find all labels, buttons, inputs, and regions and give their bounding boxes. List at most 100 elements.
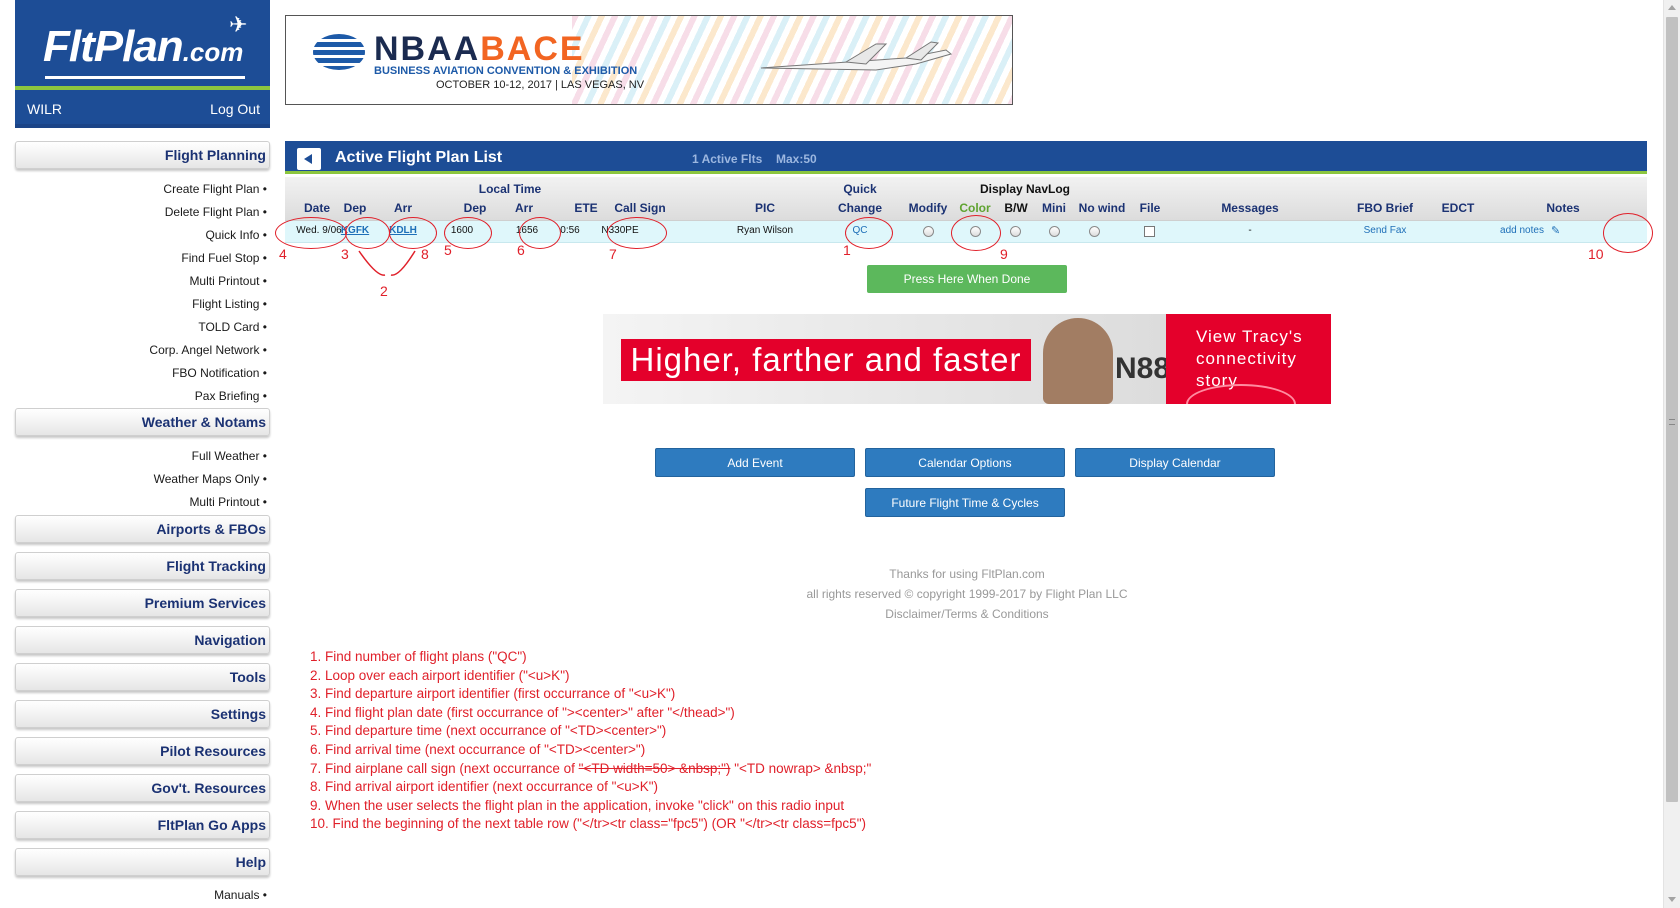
nav-navigation[interactable]: Navigation <box>15 626 270 654</box>
nav-flight-planning[interactable]: Flight Planning <box>15 141 270 169</box>
annotation-note-9: 9. When the user selects the flight plan… <box>310 797 845 813</box>
nav-item-find-fuel-stop[interactable]: Find Fuel Stop • <box>15 251 267 265</box>
annotation-note-2: 2. Loop over each airport identifier ("<… <box>310 667 570 683</box>
ad-tail-number: N88 <box>1115 352 1171 385</box>
col-color: Color <box>959 201 991 215</box>
scroll-down-arrow-icon[interactable] <box>1668 897 1676 902</box>
scroll-thumb[interactable] <box>1666 17 1678 802</box>
file-checkbox[interactable] <box>1144 226 1155 237</box>
ad-cta-text: View Tracy's connectivity story <box>1196 326 1303 392</box>
ad-cta-line1: View Tracy's <box>1196 327 1303 346</box>
modify-radio[interactable] <box>923 226 934 237</box>
navlog-no-wind-radio[interactable] <box>1089 226 1100 237</box>
annotation-note-7-suffix: "<TD nowrap> &nbsp;" <box>730 760 872 776</box>
banner-brand-right: BACE <box>480 30 585 68</box>
ad-cta-line2: connectivity <box>1196 349 1297 368</box>
ad-person-image <box>1043 318 1113 404</box>
max-flight-count: Max:50 <box>776 152 817 166</box>
nav-item-flight-listing[interactable]: Flight Listing • <box>15 297 267 311</box>
annotation-note-8: 8. Find arrival airport identifier (next… <box>310 779 658 795</box>
col-messages: Messages <box>1221 201 1279 215</box>
page-scrollbar[interactable] <box>1663 0 1680 908</box>
annotation-circle-arr-time <box>519 217 561 249</box>
banner-brand-left: NBAA <box>374 30 481 68</box>
col-no-wind: No wind <box>1078 201 1126 215</box>
col-file: File <box>1139 201 1161 215</box>
annotation-circle-dep <box>345 217 390 249</box>
nav-weather-notams[interactable]: Weather & Notams <box>15 408 270 436</box>
nav-help[interactable]: Help <box>15 848 270 876</box>
nav-airports-fbos[interactable]: Airports & FBOs <box>15 515 270 543</box>
banner-date: OCTOBER 10-12, 2017 | LAS VEGAS, NV <box>436 79 645 91</box>
scroll-up-arrow-icon[interactable] <box>1668 5 1676 10</box>
col-arr: Arr <box>393 201 412 215</box>
nbaa-bace-ad-banner[interactable]: NBAABACE BUSINESS AVIATION CONVENTION & … <box>285 15 1013 105</box>
nav-item-delete-flight-plan[interactable]: Delete Flight Plan • <box>15 205 267 219</box>
nav-settings[interactable]: Settings <box>15 700 270 728</box>
cell-pic: Ryan Wilson <box>736 225 794 236</box>
annotation-note-4: 4. Find flight plan date (first occurran… <box>310 704 735 720</box>
annotation-note-10: 10. Find the beginning of the next table… <box>310 816 866 832</box>
add-notes-link[interactable]: add notes <box>1492 225 1552 236</box>
nav-tools[interactable]: Tools <box>15 663 270 691</box>
nav-premium-services[interactable]: Premium Services <box>15 589 270 617</box>
footer-disclaimer-link[interactable]: Disclaimer/Terms & Conditions <box>603 607 1331 621</box>
col-notes: Notes <box>1546 201 1580 215</box>
annotation-marker-9: 9 <box>1000 246 1008 262</box>
col-local-time: Local Time <box>478 182 542 196</box>
annotation-circle-quick-change <box>845 217 893 249</box>
done-button[interactable]: Press Here When Done <box>867 265 1067 293</box>
annotation-marker-1: 1 <box>843 242 851 258</box>
calendar-options-button[interactable]: Calendar Options <box>865 448 1065 477</box>
annotation-note-5: 5. Find departure time (next occurrance … <box>310 723 667 739</box>
logo-suffix: .com <box>182 37 244 67</box>
nav-item-corp-angel-network[interactable]: Corp. Angel Network • <box>15 343 267 357</box>
flight-table-header: Date Dep Arr Local Time Dep Arr ETE Call… <box>285 177 1647 221</box>
annotation-circle-call-sign <box>607 217 667 249</box>
col-dep-time: Dep <box>463 201 487 215</box>
annotation-marker-6: 6 <box>517 242 525 258</box>
col-dep: Dep <box>343 201 367 215</box>
nav-item-multi-printout[interactable]: Multi Printout • <box>15 274 267 288</box>
navlog-bw-radio[interactable] <box>1010 226 1021 237</box>
nav-item-told-card[interactable]: TOLD Card • <box>15 320 267 334</box>
annotation-marker-10: 10 <box>1588 246 1604 262</box>
annotation-marker-8: 8 <box>421 246 429 262</box>
annotation-note-7-struck: "<TD width=50> &nbsp;") <box>578 760 731 776</box>
nav-item-full-weather[interactable]: Full Weather • <box>15 449 267 463</box>
send-fax-link[interactable]: Send Fax <box>1350 225 1420 236</box>
nav-item-manuals[interactable]: Manuals • <box>15 888 267 902</box>
nav-flight-tracking[interactable]: Flight Tracking <box>15 552 270 580</box>
future-flight-time-button[interactable]: Future Flight Time & Cycles <box>865 488 1065 517</box>
grip-icon <box>1669 419 1675 425</box>
nav-pilot-resources[interactable]: Pilot Resources <box>15 737 270 765</box>
back-button[interactable] <box>297 148 321 170</box>
nav-item-pax-briefing[interactable]: Pax Briefing • <box>15 389 267 403</box>
nav-item-weather-multi-printout[interactable]: Multi Printout • <box>15 495 267 509</box>
navlog-mini-radio[interactable] <box>1049 226 1060 237</box>
nav-item-weather-maps-only[interactable]: Weather Maps Only • <box>15 472 267 486</box>
nav-item-quick-info[interactable]: Quick Info • <box>15 228 267 242</box>
connectivity-ad-banner[interactable]: Higher, farther and faster N88 View Trac… <box>603 314 1331 404</box>
logo-box: FltPlan.com ✈ WILR Log Out <box>15 0 270 128</box>
add-event-button[interactable]: Add Event <box>655 448 855 477</box>
annotation-note-7: 7. Find airplane call sign (next occurra… <box>310 760 871 779</box>
annotation-note-1: 1. Find number of flight plans ("QC") <box>310 649 527 664</box>
banner-brand: NBAABACE <box>374 30 585 69</box>
col-fbo-brief: FBO Brief <box>1356 201 1413 215</box>
col-date: Date <box>303 201 330 215</box>
logo-text: FltPlan <box>43 22 184 71</box>
nav-item-fbo-notification[interactable]: FBO Notification • <box>15 366 267 380</box>
display-calendar-button[interactable]: Display Calendar <box>1075 448 1275 477</box>
annotation-marker-7: 7 <box>609 246 617 262</box>
col-modify: Modify <box>908 201 948 215</box>
nav-item-create-flight-plan[interactable]: Create Flight Plan • <box>15 182 267 196</box>
nav-fltplan-go-apps[interactable]: FltPlan Go Apps <box>15 811 270 839</box>
logout-link[interactable]: Log Out <box>210 101 260 117</box>
logo-stripe <box>15 86 270 90</box>
fltplan-logo[interactable]: FltPlan.com <box>43 22 243 72</box>
annotation-marker-4: 4 <box>279 246 287 262</box>
annotation-note-3: 3. Find departure airport identifier (fi… <box>310 686 676 702</box>
nav-govt-resources[interactable]: Gov't. Resources <box>15 774 270 802</box>
pencil-icon[interactable]: ✎ <box>1551 224 1560 237</box>
